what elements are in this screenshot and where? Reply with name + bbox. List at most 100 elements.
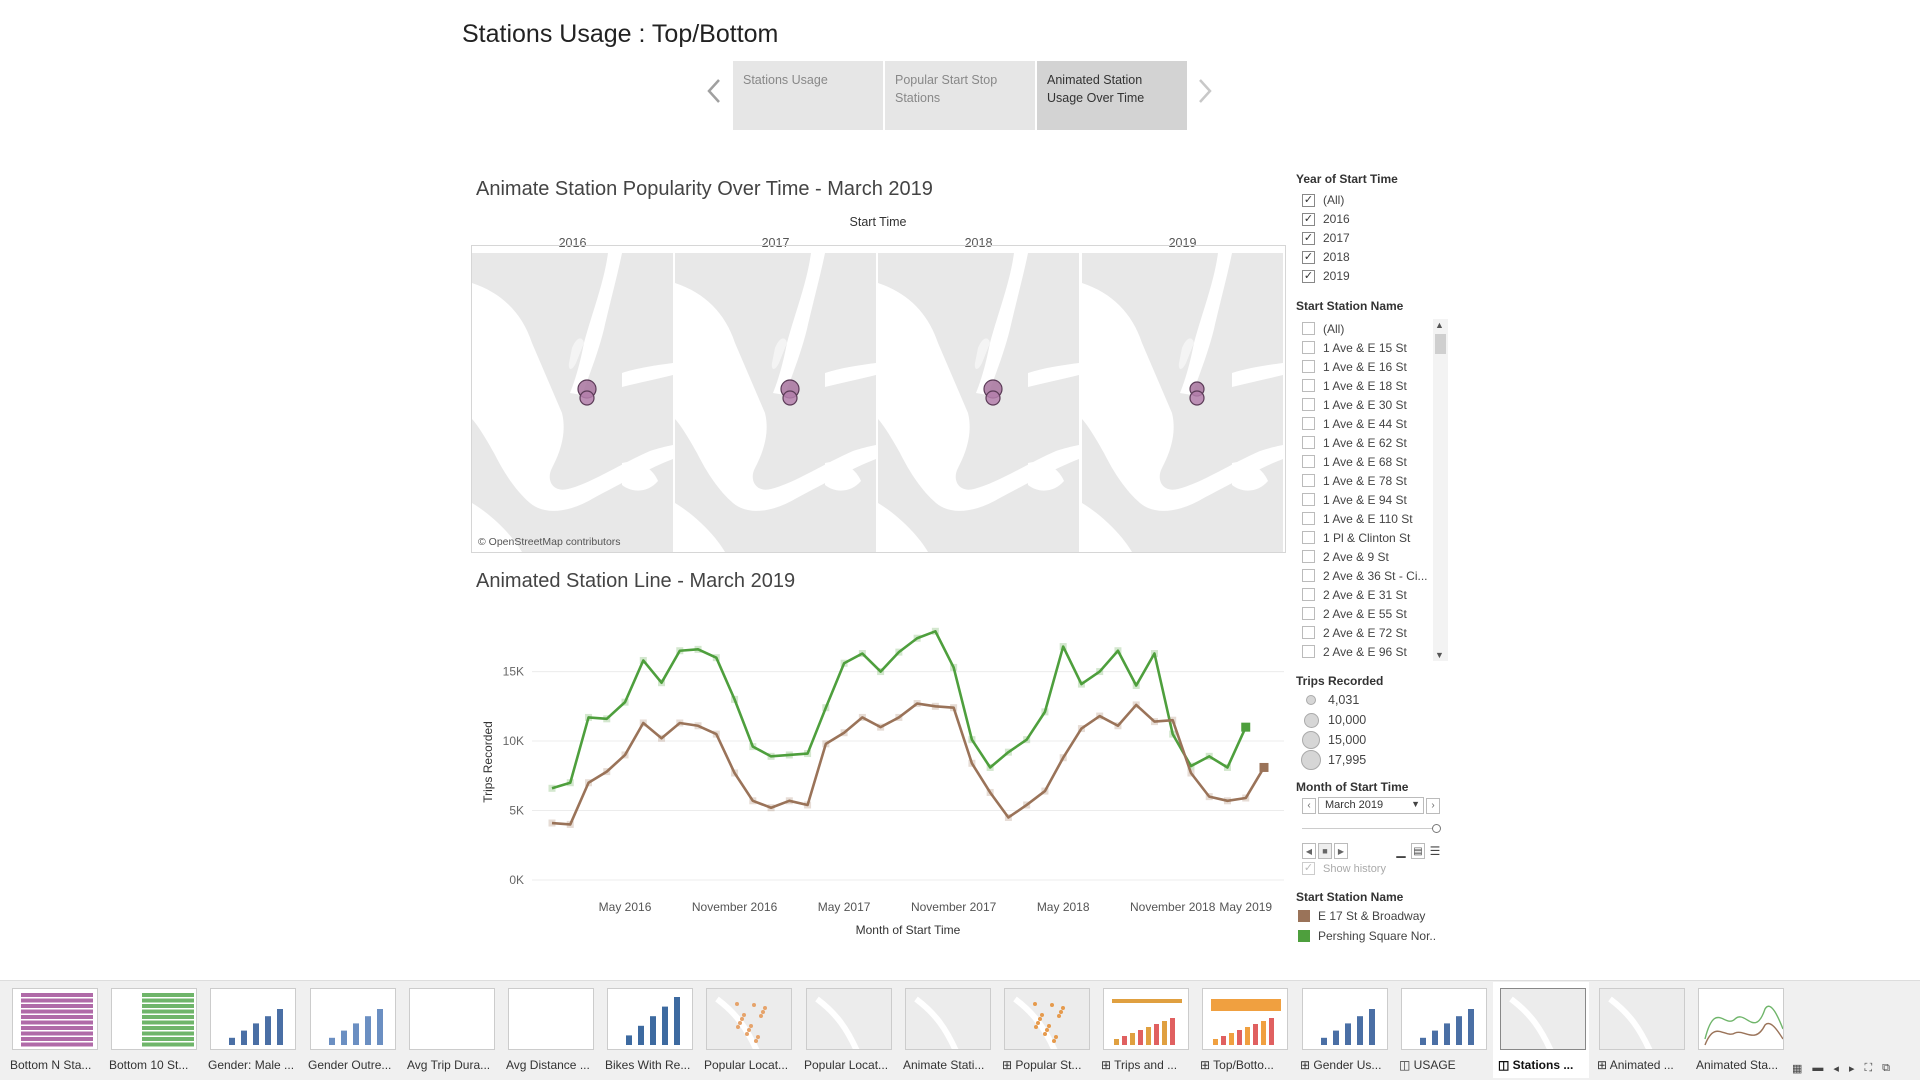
sheet-tab-label[interactable]: Bikes With Re...	[605, 1058, 701, 1072]
sheet-tab-label[interactable]: Bottom N Sta...	[10, 1058, 106, 1072]
data-point[interactable]	[785, 797, 793, 805]
sheet-tab-label[interactable]: Gender: Male ...	[208, 1058, 304, 1072]
data-point[interactable]	[658, 734, 666, 742]
data-point[interactable]	[566, 820, 574, 828]
data-point[interactable]	[1132, 701, 1140, 709]
pause-icon[interactable]: ■	[1318, 843, 1332, 859]
data-point[interactable]	[1041, 787, 1049, 795]
data-point[interactable]	[913, 634, 921, 642]
sheet-tab-thumbnail[interactable]	[111, 988, 197, 1050]
data-point[interactable]	[767, 804, 775, 812]
station-filter-item[interactable]: 1 Ave & E 68 St	[1302, 452, 1448, 471]
sheet-tab-thumbnail[interactable]	[310, 988, 396, 1050]
checkbox[interactable]	[1302, 550, 1315, 563]
data-point[interactable]	[548, 784, 556, 792]
year-filter-item[interactable]: ✓ 2016	[1302, 210, 1350, 228]
checkbox[interactable]	[1302, 322, 1315, 335]
data-point[interactable]	[694, 645, 702, 653]
data-point[interactable]	[767, 752, 775, 760]
sheet-tab-label[interactable]: Gender Outre...	[308, 1058, 404, 1072]
filmstrip-icon[interactable]: ▬	[1812, 1062, 1823, 1075]
month-select[interactable]: March 2019 ▼	[1318, 797, 1424, 814]
map-panel-2017[interactable]	[675, 253, 876, 552]
station-filter-item[interactable]: 1 Ave & E 78 St	[1302, 471, 1448, 490]
data-point[interactable]	[603, 715, 611, 723]
station-filter-item[interactable]: 2 Ave & E 55 St	[1302, 604, 1448, 623]
data-point[interactable]	[895, 648, 903, 656]
data-point[interactable]	[986, 763, 994, 771]
station-filter-item[interactable]: (All)	[1302, 319, 1448, 338]
checkbox[interactable]	[1302, 379, 1315, 392]
data-point[interactable]	[1132, 681, 1140, 689]
data-point[interactable]	[694, 722, 702, 730]
data-point[interactable]	[1223, 797, 1231, 805]
play-forward-icon[interactable]: ▶	[1334, 843, 1348, 859]
data-point[interactable]	[785, 751, 793, 759]
checkbox[interactable]: ✓	[1302, 193, 1315, 207]
data-point[interactable]	[731, 769, 739, 777]
data-point[interactable]	[858, 713, 866, 721]
station-filter-item[interactable]: 2 Ave & E 72 St	[1302, 623, 1448, 642]
data-point[interactable]	[548, 819, 556, 827]
map-panel-2018[interactable]	[878, 253, 1079, 552]
data-point[interactable]	[712, 654, 720, 662]
station-filter-item[interactable]: 1 Ave & E 18 St	[1302, 376, 1448, 395]
data-point[interactable]	[895, 713, 903, 721]
show-history-option[interactable]: ✓ Show history	[1302, 862, 1386, 875]
data-point[interactable]	[931, 627, 939, 635]
scroll-thumb[interactable]	[1435, 334, 1446, 354]
data-point[interactable]	[1169, 716, 1177, 724]
month-slider-handle[interactable]	[1432, 824, 1441, 833]
data-point[interactable]	[1114, 722, 1122, 730]
year-filter-item[interactable]: ✓ 2017	[1302, 229, 1350, 247]
data-point[interactable]	[840, 729, 848, 737]
presentation-icon[interactable]: ⧉	[1882, 1062, 1890, 1075]
data-point[interactable]	[877, 668, 885, 676]
story-point-popular-start-stop[interactable]: Popular Start Stop Stations	[885, 61, 1035, 130]
data-point[interactable]	[1150, 718, 1158, 726]
speed-slow-icon[interactable]: ▁	[1394, 843, 1408, 859]
station-filter-scrollbar[interactable]	[1433, 319, 1448, 661]
data-point[interactable]	[749, 797, 757, 805]
sheet-tab-thumbnail[interactable]	[508, 988, 594, 1050]
grid-view-icon[interactable]: ▦	[1792, 1062, 1802, 1075]
data-point[interactable]	[1205, 752, 1213, 760]
month-slider-track[interactable]	[1302, 828, 1438, 829]
station-filter-item[interactable]: 1 Ave & E 16 St	[1302, 357, 1448, 376]
data-point[interactable]	[950, 704, 958, 712]
data-point[interactable]	[913, 700, 921, 708]
speed-fast-icon[interactable]: ☰	[1428, 843, 1442, 859]
station-dot[interactable]	[782, 390, 798, 406]
data-point[interactable]	[566, 779, 574, 787]
next-story-point-button[interactable]	[1195, 76, 1215, 114]
data-point[interactable]	[1242, 794, 1250, 802]
data-point[interactable]	[804, 750, 812, 758]
prev-story-point-button[interactable]	[704, 76, 724, 114]
station-filter-list[interactable]: (All) 1 Ave & E 15 St 1 Ave & E 16 St 1 Ave…	[1296, 319, 1448, 661]
sheet-tab-thumbnail[interactable]	[706, 988, 792, 1050]
data-point[interactable]	[950, 663, 958, 671]
sheet-tab-thumbnail[interactable]	[1202, 988, 1288, 1050]
sheet-tab-label[interactable]: ⊞ Animated ...	[1597, 1058, 1693, 1072]
checkbox[interactable]: ✓	[1302, 269, 1315, 283]
map-panel-2016[interactable]	[472, 253, 673, 552]
sheet-tab-thumbnail[interactable]	[1698, 988, 1784, 1050]
data-point[interactable]	[1096, 668, 1104, 676]
data-point[interactable]	[676, 719, 684, 727]
data-point[interactable]	[822, 704, 830, 712]
data-point[interactable]	[804, 801, 812, 809]
color-legend-item[interactable]: E 17 St & Broadway	[1298, 909, 1425, 923]
data-point[interactable]	[731, 695, 739, 703]
data-point[interactable]	[1077, 680, 1085, 688]
data-point[interactable]	[585, 713, 593, 721]
data-point[interactable]	[1059, 754, 1067, 762]
data-point[interactable]	[1187, 769, 1195, 777]
station-filter-item[interactable]: 2 Ave & 36 St - Ci...	[1302, 566, 1448, 585]
checkbox[interactable]	[1302, 417, 1315, 430]
sheet-tab-thumbnail[interactable]	[806, 988, 892, 1050]
checkbox[interactable]	[1302, 512, 1315, 525]
data-point[interactable]	[968, 736, 976, 744]
data-point[interactable]	[877, 723, 885, 731]
checkbox[interactable]: ✓	[1302, 250, 1315, 264]
data-point[interactable]	[621, 751, 629, 759]
